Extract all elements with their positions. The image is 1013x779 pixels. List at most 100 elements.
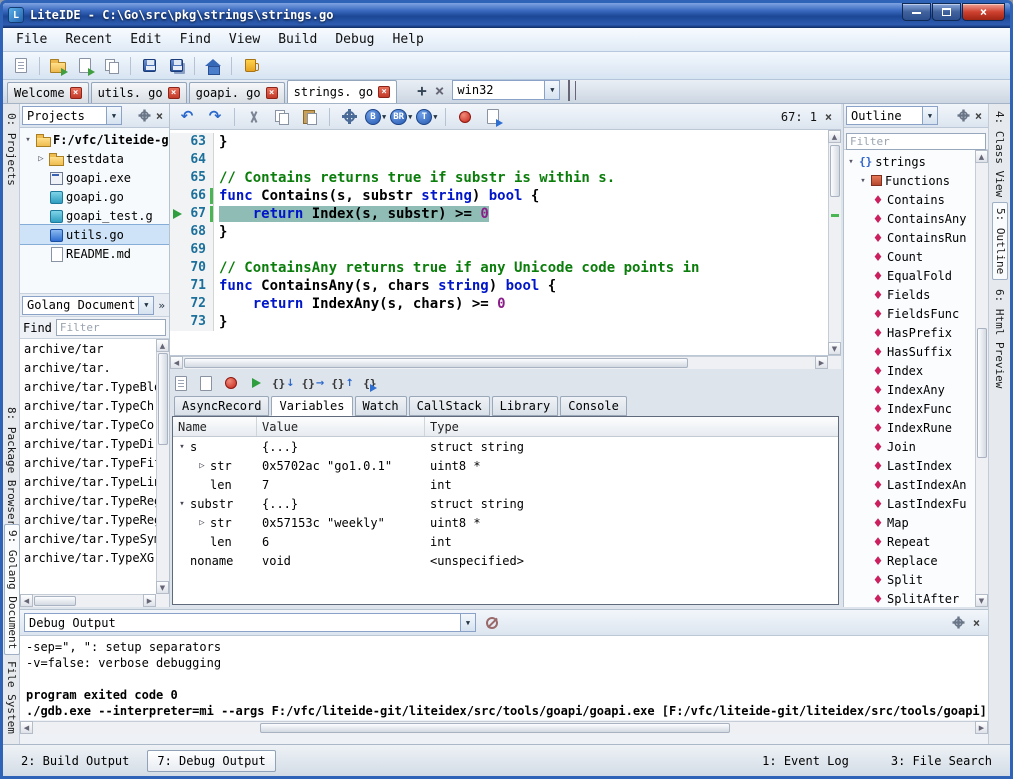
variable-row[interactable]: len6int bbox=[173, 532, 838, 551]
paste-button[interactable] bbox=[298, 105, 322, 129]
outline-vscrollbar[interactable]: ▲ ▼ bbox=[975, 150, 988, 607]
save-file-button[interactable] bbox=[137, 54, 161, 78]
column-header[interactable]: Value bbox=[257, 417, 425, 436]
debug-button[interactable] bbox=[453, 105, 477, 129]
menu-item-file[interactable]: File bbox=[7, 30, 56, 49]
variable-row[interactable]: ▾substr{...}struct string bbox=[173, 494, 838, 513]
outline-function-item[interactable]: ♦ContainsAny bbox=[844, 209, 975, 228]
tree-item[interactable]: goapi_test.g bbox=[20, 206, 169, 225]
variable-row[interactable]: nonamevoid<unspecified> bbox=[173, 551, 838, 570]
outline-function-item[interactable]: ♦Map bbox=[844, 513, 975, 532]
doc-list-item[interactable]: archive/tar bbox=[20, 340, 156, 359]
scroll-down-icon[interactable]: ▼ bbox=[975, 594, 988, 607]
doc-list-item[interactable]: archive/tar.TypeXG bbox=[20, 549, 156, 568]
tree-item[interactable]: utils.go bbox=[20, 225, 169, 244]
variable-row[interactable]: ▷str0x57153c "weekly"uint8 * bbox=[173, 513, 838, 532]
scroll-up-icon[interactable]: ▲ bbox=[156, 339, 169, 352]
outline-function-item[interactable]: ♦Fields bbox=[844, 285, 975, 304]
outline-function-item[interactable]: ♦Index bbox=[844, 361, 975, 380]
outline-function-item[interactable]: ♦IndexRune bbox=[844, 418, 975, 437]
projects-combo[interactable]: Projects ▼ bbox=[22, 106, 122, 125]
debug-tab[interactable]: Library bbox=[492, 396, 559, 416]
save-all-button[interactable] bbox=[164, 54, 188, 78]
doc-list-item[interactable]: archive/tar.TypeBlo bbox=[20, 378, 156, 397]
chevron-down-icon[interactable]: ▼ bbox=[922, 107, 937, 124]
tab-close-icon[interactable]: × bbox=[70, 87, 82, 99]
tree-item[interactable]: ▾F:/vfc/liteide-g bbox=[20, 130, 169, 149]
side-tab[interactable]: 5: Outline bbox=[992, 202, 1008, 280]
row-expander-icon[interactable]: ▾ bbox=[177, 442, 187, 452]
chevron-down-icon[interactable]: ▼ bbox=[544, 81, 559, 99]
scrollbar-thumb[interactable] bbox=[184, 358, 688, 368]
menu-item-debug[interactable]: Debug bbox=[326, 30, 383, 49]
debug-tab[interactable]: CallStack bbox=[409, 396, 490, 416]
outline-function-item[interactable]: ♦Contains bbox=[844, 190, 975, 209]
side-tab[interactable]: 0: Projects bbox=[4, 108, 18, 191]
outline-root-item[interactable]: ▾{}strings bbox=[844, 152, 975, 171]
scrollbar-thumb[interactable] bbox=[34, 596, 76, 606]
outline-filter-input[interactable] bbox=[846, 133, 986, 150]
build-run-button[interactable]: BR▼ bbox=[390, 105, 412, 129]
scroll-down-icon[interactable]: ▼ bbox=[828, 342, 841, 355]
code-line[interactable]: 71func ContainsAny(s, chars string) bool… bbox=[170, 277, 828, 295]
scrollbar-thumb[interactable] bbox=[830, 145, 840, 197]
open-folder-button[interactable] bbox=[46, 54, 70, 78]
tree-item[interactable]: README.md bbox=[20, 244, 169, 263]
status-toggle-button[interactable]: 3: File Search bbox=[881, 750, 1002, 772]
editor-tab[interactable]: goapi. go× bbox=[189, 82, 285, 103]
doc-list-hscrollbar[interactable]: ◀ ▶ bbox=[20, 594, 156, 607]
status-toggle-button[interactable]: 1: Event Log bbox=[752, 750, 859, 772]
gear-icon[interactable] bbox=[954, 618, 963, 627]
column-header[interactable]: Type bbox=[425, 417, 838, 436]
outline-function-item[interactable]: ♦LastIndexAn bbox=[844, 475, 975, 494]
close-button[interactable]: × bbox=[962, 3, 1005, 21]
tree-expander-icon[interactable]: ▾ bbox=[846, 157, 856, 167]
target-combo[interactable]: win32 ▼ bbox=[452, 80, 560, 100]
menu-item-edit[interactable]: Edit bbox=[121, 30, 170, 49]
outline-function-item[interactable]: ♦Join bbox=[844, 437, 975, 456]
scroll-up-icon[interactable]: ▲ bbox=[828, 130, 841, 143]
tree-item[interactable]: goapi.go bbox=[20, 187, 169, 206]
tab-close-icon[interactable]: × bbox=[266, 87, 278, 99]
outline-function-item[interactable]: ♦FieldsFunc bbox=[844, 304, 975, 323]
step-out-button[interactable]: {}↑ bbox=[331, 373, 354, 393]
code-line[interactable]: 68} bbox=[170, 223, 828, 241]
outline-function-item[interactable]: ♦IndexFunc bbox=[844, 399, 975, 418]
debug-tab[interactable]: Variables bbox=[271, 396, 352, 416]
export-button[interactable] bbox=[481, 105, 505, 129]
status-toggle-button[interactable]: 2: Build Output bbox=[11, 750, 139, 772]
scrollbar-thumb[interactable] bbox=[977, 328, 987, 458]
editor-tab[interactable]: utils. go× bbox=[91, 82, 187, 103]
step-into-button[interactable]: {}↓ bbox=[272, 373, 295, 393]
doc-list-item[interactable]: archive/tar.TypeCo bbox=[20, 416, 156, 435]
side-tab[interactable]: File System bbox=[4, 656, 18, 739]
minimize-button[interactable] bbox=[902, 3, 931, 21]
side-tab[interactable]: 9: Golang Document bbox=[4, 524, 20, 655]
outline-function-item[interactable]: ♦LastIndexFu bbox=[844, 494, 975, 513]
outline-function-item[interactable]: ♦Count bbox=[844, 247, 975, 266]
gear-icon[interactable] bbox=[959, 111, 968, 120]
outline-function-item[interactable]: ♦SplitAfter bbox=[844, 589, 975, 607]
code-line[interactable]: 69 bbox=[170, 241, 828, 259]
tree-expander-icon[interactable]: ▷ bbox=[36, 154, 46, 164]
code-line[interactable]: 73} bbox=[170, 313, 828, 331]
outline-function-item[interactable]: ♦HasPrefix bbox=[844, 323, 975, 342]
code-line[interactable]: 67 return Index(s, substr) >= 0 bbox=[170, 205, 828, 223]
outline-function-item[interactable]: ♦IndexAny bbox=[844, 380, 975, 399]
scroll-left-icon[interactable]: ◀ bbox=[20, 594, 33, 607]
undo-button[interactable]: ↶ bbox=[175, 105, 199, 129]
variable-row[interactable]: len7int bbox=[173, 475, 838, 494]
doc-list-item[interactable]: archive/tar.TypeCh bbox=[20, 397, 156, 416]
debug-log-button[interactable] bbox=[172, 373, 190, 393]
scroll-left-icon[interactable]: ◀ bbox=[20, 721, 33, 734]
cut-button[interactable] bbox=[242, 105, 266, 129]
outline-combo[interactable]: Outline ▼ bbox=[846, 106, 938, 125]
side-tab[interactable]: 6: Html Preview bbox=[992, 284, 1006, 393]
editor-settings-button[interactable] bbox=[337, 105, 361, 129]
scrollbar-thumb[interactable] bbox=[260, 723, 730, 733]
tab-close-icon[interactable]: × bbox=[168, 87, 180, 99]
column-header[interactable]: Name bbox=[173, 417, 257, 436]
copy-button[interactable] bbox=[270, 105, 294, 129]
scroll-right-icon[interactable]: ▶ bbox=[975, 721, 988, 734]
scroll-down-icon[interactable]: ▼ bbox=[156, 581, 169, 594]
